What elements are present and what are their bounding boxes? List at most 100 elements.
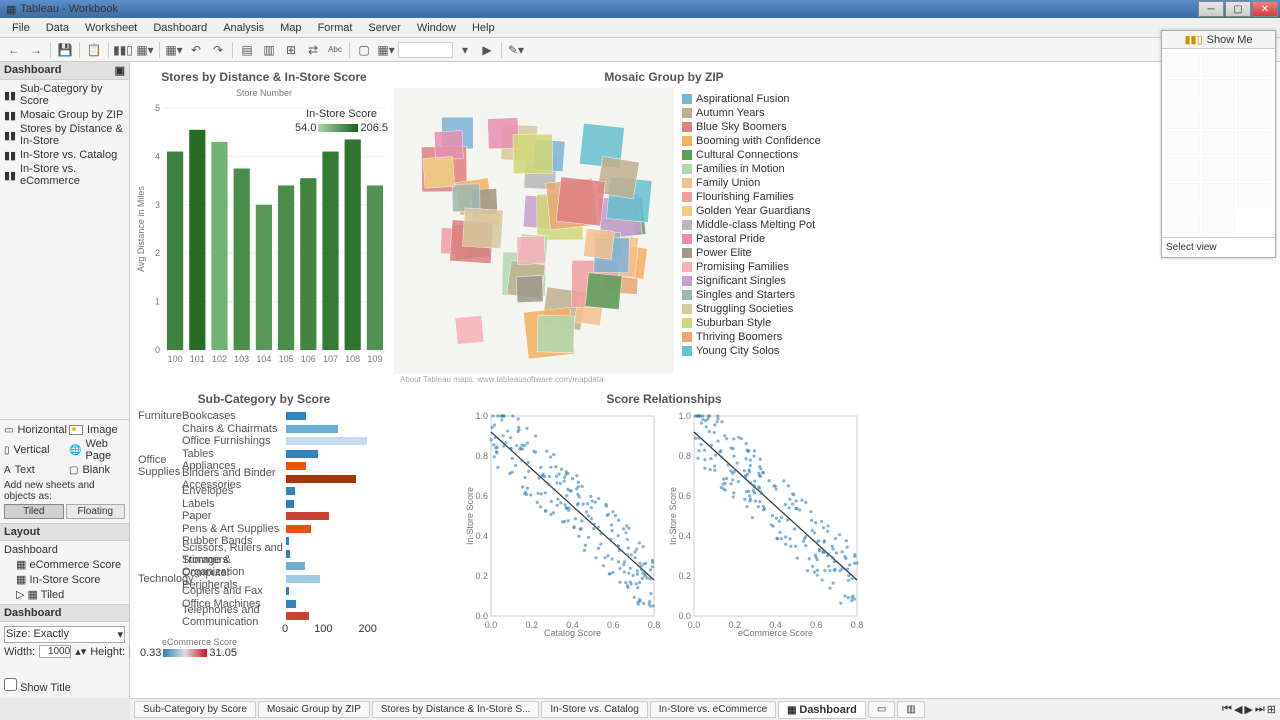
redo-icon[interactable]: ↷: [208, 41, 228, 59]
chart-type[interactable]: [1202, 183, 1236, 207]
tree-item[interactable]: ▦ eCommerce Score: [2, 557, 127, 572]
sheet-icon: ▮▮: [4, 149, 16, 161]
chart-type[interactable]: [1237, 105, 1271, 129]
obj-image[interactable]: Image: [69, 424, 125, 436]
viz-subcat[interactable]: Sub-Category by Score FurnitureBookcases…: [134, 388, 394, 646]
obj-webpage[interactable]: 🌐 Web Page: [69, 438, 125, 462]
chart-type[interactable]: [1166, 131, 1200, 155]
viz-scatter[interactable]: Score Relationships 0.00.20.40.60.81.00.…: [394, 388, 934, 646]
nav-prev-icon[interactable]: ◀: [1234, 703, 1242, 716]
sheet-item[interactable]: ▮▮Mosaic Group by ZIP: [2, 108, 127, 122]
menu-map[interactable]: Map: [272, 20, 309, 36]
obj-vertical[interactable]: ▯ Vertical: [4, 438, 67, 462]
chart-scatter-icon[interactable]: ▦▾: [135, 41, 155, 59]
menu-format[interactable]: Format: [310, 20, 361, 36]
sheet-item[interactable]: ▮▮In-Store vs. eCommerce: [2, 162, 127, 188]
box-icon[interactable]: ▢: [354, 41, 374, 59]
tab[interactable]: Mosaic Group by ZIP: [258, 701, 370, 718]
play-icon[interactable]: ▶: [477, 41, 497, 59]
svg-text:0.6: 0.6: [607, 620, 620, 630]
chart-type[interactable]: [1166, 79, 1200, 103]
chart-type[interactable]: [1237, 131, 1271, 155]
chart-type[interactable]: [1202, 157, 1236, 181]
dropdown-icon[interactable]: ▾: [455, 41, 475, 59]
height-label: Height:: [90, 646, 125, 658]
maximize-button[interactable]: ▢: [1225, 1, 1251, 17]
viz-bars[interactable]: Stores by Distance & In-Store Score Stor…: [134, 66, 394, 386]
chart-type[interactable]: [1237, 53, 1271, 77]
tiled-button[interactable]: Tiled: [4, 504, 64, 519]
menu-help[interactable]: Help: [464, 20, 503, 36]
tab-layout2[interactable]: ▥: [897, 701, 924, 718]
minimize-button[interactable]: ─: [1198, 1, 1224, 17]
chart-type[interactable]: [1237, 157, 1271, 181]
chart-type[interactable]: [1202, 209, 1236, 233]
nav-first-icon[interactable]: ⏮: [1222, 703, 1232, 716]
sheet-icon: ▮▮: [4, 169, 16, 181]
chart-type[interactable]: [1237, 79, 1271, 103]
width-input[interactable]: [39, 645, 71, 658]
menu-analysis[interactable]: Analysis: [215, 20, 272, 36]
obj-blank[interactable]: ▢ Blank: [69, 464, 125, 476]
chart-type[interactable]: [1237, 183, 1271, 207]
chart-type[interactable]: [1202, 131, 1236, 155]
svg-text:0.2: 0.2: [475, 571, 488, 581]
highlight-icon[interactable]: ✎▾: [506, 41, 526, 59]
sort-asc-icon[interactable]: ▤: [237, 41, 257, 59]
sheet-item[interactable]: ▮▮In-Store vs. Catalog: [2, 148, 127, 162]
nav-next-icon[interactable]: ▶: [1244, 703, 1252, 716]
chart-type[interactable]: [1166, 53, 1200, 77]
show-title-checkbox[interactable]: [4, 678, 17, 691]
dashboard-canvas[interactable]: Stores by Distance & In-Store Score Stor…: [130, 62, 1280, 698]
grid-icon[interactable]: ▦▾: [164, 41, 184, 59]
menu-file[interactable]: File: [4, 20, 38, 36]
undo-icon[interactable]: ↶: [186, 41, 206, 59]
menu-server[interactable]: Server: [360, 20, 408, 36]
sort-desc-icon[interactable]: ▥: [259, 41, 279, 59]
save-icon[interactable]: 💾: [55, 41, 75, 59]
tab-active[interactable]: ▦ Dashboard: [778, 701, 866, 719]
close-button[interactable]: ✕: [1252, 1, 1278, 17]
nav-menu-icon[interactable]: ⊞: [1267, 703, 1276, 716]
viz-map[interactable]: Mosaic Group by ZIP Aspirational FusionA…: [394, 66, 934, 386]
link-icon[interactable]: ⇄: [303, 41, 323, 59]
tree-root[interactable]: Dashboard: [2, 543, 127, 557]
stepper-icon[interactable]: ▴▾: [75, 645, 86, 658]
tab[interactable]: In-Store vs. eCommerce: [650, 701, 776, 718]
tree-item[interactable]: ▦ In-Store Score: [2, 572, 127, 587]
menu-worksheet[interactable]: Worksheet: [77, 20, 145, 36]
toolbar-input[interactable]: [398, 42, 453, 58]
grid2-icon[interactable]: ▦▾: [376, 41, 396, 59]
abc-icon[interactable]: Abc: [325, 41, 345, 59]
chart-type[interactable]: [1202, 53, 1236, 77]
chart-bar-icon[interactable]: ▮▮▯: [113, 41, 133, 59]
size-dropdown[interactable]: Size: Exactly▾: [4, 626, 125, 643]
tab[interactable]: Sub-Category by Score: [134, 701, 256, 718]
obj-horizontal[interactable]: ▭ Horizontal: [4, 424, 67, 436]
floating-button[interactable]: Floating: [66, 504, 126, 519]
forward-icon[interactable]: →: [26, 41, 46, 59]
chart-type[interactable]: [1166, 105, 1200, 129]
menu-window[interactable]: Window: [409, 20, 464, 36]
paste-icon[interactable]: 📋: [84, 41, 104, 59]
sheet-item[interactable]: ▮▮Stores by Distance & In-Store: [2, 122, 127, 148]
menu-dashboard[interactable]: Dashboard: [145, 20, 215, 36]
svg-text:1.0: 1.0: [678, 411, 691, 421]
chart-type[interactable]: [1166, 209, 1200, 233]
chart-type[interactable]: [1166, 183, 1200, 207]
pin-icon[interactable]: ▣: [115, 64, 125, 77]
obj-text[interactable]: A Text: [4, 464, 67, 476]
menu-data[interactable]: Data: [38, 20, 77, 36]
tab[interactable]: Stores by Distance & In-Store S...: [372, 701, 540, 718]
tree-item[interactable]: ▷ ▦ Tiled: [2, 587, 127, 602]
chart-type[interactable]: [1166, 157, 1200, 181]
tab[interactable]: In-Store vs. Catalog: [541, 701, 647, 718]
chart-type[interactable]: [1202, 105, 1236, 129]
group-icon[interactable]: ⊞: [281, 41, 301, 59]
tab-layout1[interactable]: ▭: [868, 701, 895, 718]
back-icon[interactable]: ←: [4, 41, 24, 59]
chart-type[interactable]: [1202, 79, 1236, 103]
sheet-item[interactable]: ▮▮Sub-Category by Score: [2, 82, 127, 108]
nav-last-icon[interactable]: ⏭: [1255, 703, 1265, 716]
svg-text:Catalog Score: Catalog Score: [544, 628, 601, 638]
